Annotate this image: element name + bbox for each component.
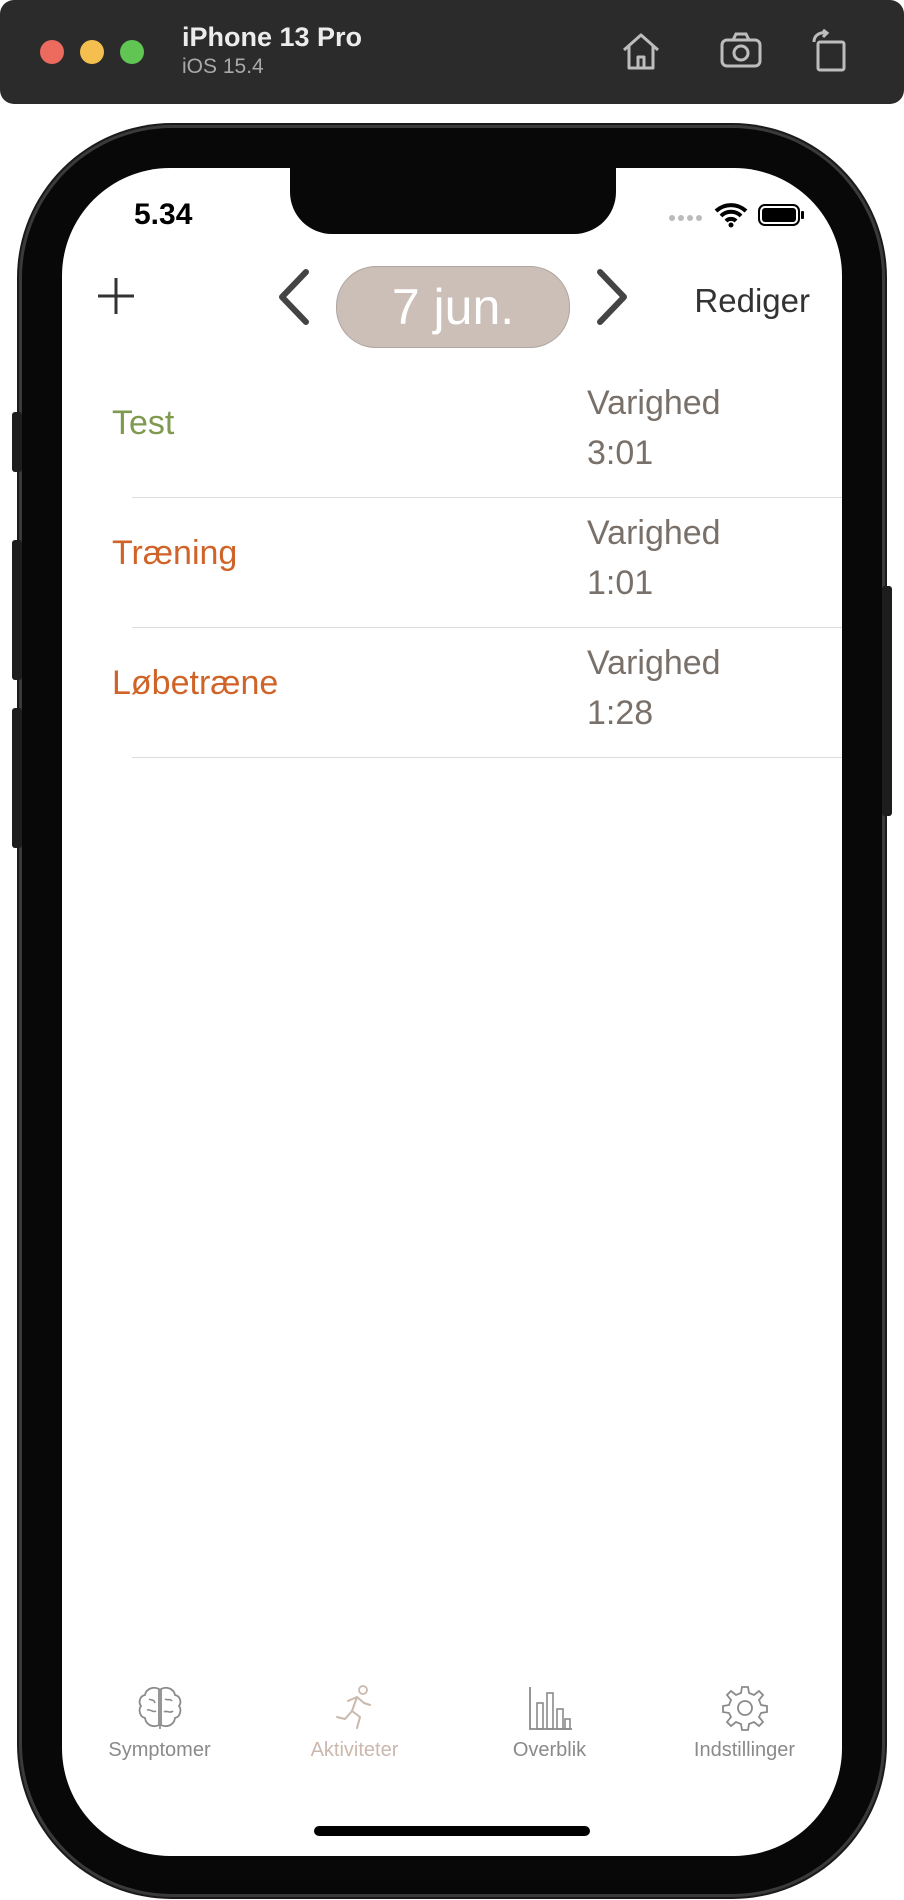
duration-value: 1:01 [587,564,654,602]
tab-indstillinger[interactable]: Indstillinger [647,1683,842,1783]
activity-name: Test [112,404,175,442]
wifi-icon [714,202,748,233]
activity-duration: Varighed 1:28 [587,638,721,738]
previous-day-button[interactable] [274,268,314,326]
volume-down-button [12,708,22,848]
status-time: 5.34 [134,198,193,231]
duration-label: Varighed [587,384,721,422]
phone-screen: 5.34 7 jun. Rediger Test Varighed 3:01 T… [62,168,842,1856]
chevron-right-icon [597,269,627,325]
next-day-button[interactable] [592,268,632,326]
mute-switch [12,412,22,472]
volume-up-button [12,540,22,680]
duration-label: Varighed [587,514,721,552]
bar-chart-icon [528,1687,572,1730]
battery-icon [758,203,806,232]
duration-label: Varighed [587,644,721,682]
tab-bar: Symptomer Aktiviteter Overblik Indstilli… [62,1683,842,1783]
gear-icon [721,1686,768,1731]
tab-overblik[interactable]: Overblik [452,1683,647,1783]
tab-label: Symptomer [108,1739,211,1761]
tab-label: Overblik [512,1739,587,1761]
tab-label: Aktiviteter [310,1739,399,1761]
activity-duration: Varighed 1:01 [587,508,721,608]
device-name: iPhone 13 Pro [182,22,363,52]
tab-aktiviteter[interactable]: Aktiviteter [257,1683,452,1783]
notch [290,168,616,234]
list-item[interactable]: Løbetræne Varighed 1:28 [62,628,842,758]
rotate-icon[interactable] [808,28,854,74]
tab-symptomer[interactable]: Symptomer [62,1683,257,1783]
brain-icon [138,1686,181,1729]
add-activity-button[interactable] [96,276,136,316]
home-indicator [314,1826,590,1836]
list-item[interactable]: Test Varighed 3:01 [62,368,842,498]
duration-value: 1:28 [587,694,654,732]
tab-label: Indstillinger [693,1739,796,1761]
divider [132,757,842,758]
activity-name: Løbetræne [112,664,279,702]
home-icon[interactable] [618,28,664,74]
close-window-button[interactable] [40,40,64,64]
minimize-window-button[interactable] [80,40,104,64]
activity-duration: Varighed 3:01 [587,378,721,478]
signal-icon [668,209,704,227]
os-version: iOS 15.4 [182,55,264,78]
zoom-window-button[interactable] [120,40,144,64]
activity-name: Træning [112,534,238,572]
edit-button[interactable]: Rediger [694,282,810,320]
status-icons [668,202,806,233]
date-navigation-bar: 7 jun. Rediger [62,258,842,358]
screenshot-icon[interactable] [718,28,764,74]
plus-icon [98,278,134,314]
date-picker-button[interactable]: 7 jun. [336,266,570,348]
chevron-left-icon [279,269,309,325]
simulator-title-bar: iPhone 13 Pro iOS 15.4 [0,0,904,104]
activity-list: Test Varighed 3:01 Træning Varighed 1:01… [62,368,842,758]
list-item[interactable]: Træning Varighed 1:01 [62,498,842,628]
power-button [882,586,892,816]
running-person-icon [335,1685,371,1729]
duration-value: 3:01 [587,434,654,472]
